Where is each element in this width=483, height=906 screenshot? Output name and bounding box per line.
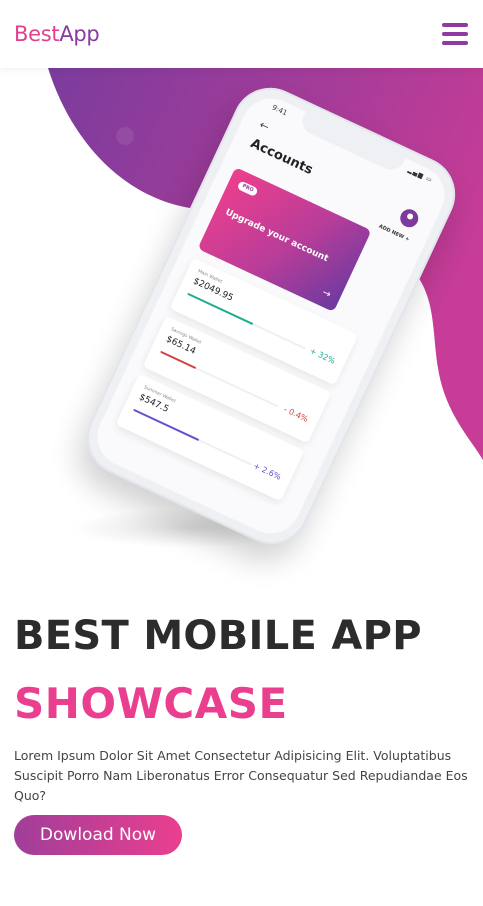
promo-text: Upgrade your account: [223, 207, 330, 265]
logo-text-best: Best: [14, 22, 60, 46]
wallet-change: - 0.4%: [282, 404, 310, 424]
status-time: 9:41: [270, 103, 289, 118]
brand-logo[interactable]: BestApp: [14, 22, 100, 46]
signal-battery-icon: ▂▄▆ ▭: [406, 166, 434, 185]
back-arrow-icon: ←: [257, 118, 272, 134]
headline-line-1: BEST MOBILE APP: [14, 613, 422, 659]
wallet-change: + 32%: [308, 346, 337, 366]
pro-badge: PRO: [236, 180, 259, 197]
hero-content: BEST MOBILE APP SHOWCASE Lorem Ipsum Dol…: [14, 612, 474, 855]
hero-description: Lorem Ipsum Dolor Sit Amet Consectetur A…: [14, 748, 468, 803]
avatar-icon: [397, 206, 422, 231]
top-nav-bar: BestApp: [0, 0, 483, 68]
hamburger-menu-icon[interactable]: [442, 23, 468, 45]
wallet-change: + 2.6%: [251, 461, 283, 482]
menu-line: [442, 41, 468, 45]
hero-section: 9:41 ▂▄▆ ▭ ← Accounts ADD NEW + PRO Upgr…: [0, 68, 483, 588]
logo-text-app: App: [59, 22, 100, 46]
arrow-right-icon: →: [320, 287, 333, 301]
headline-line-2: SHOWCASE: [14, 679, 288, 728]
menu-line: [442, 32, 468, 36]
accounts-title: Accounts: [248, 136, 316, 179]
download-now-button[interactable]: Dowload Now: [14, 815, 182, 855]
menu-line: [442, 23, 468, 27]
